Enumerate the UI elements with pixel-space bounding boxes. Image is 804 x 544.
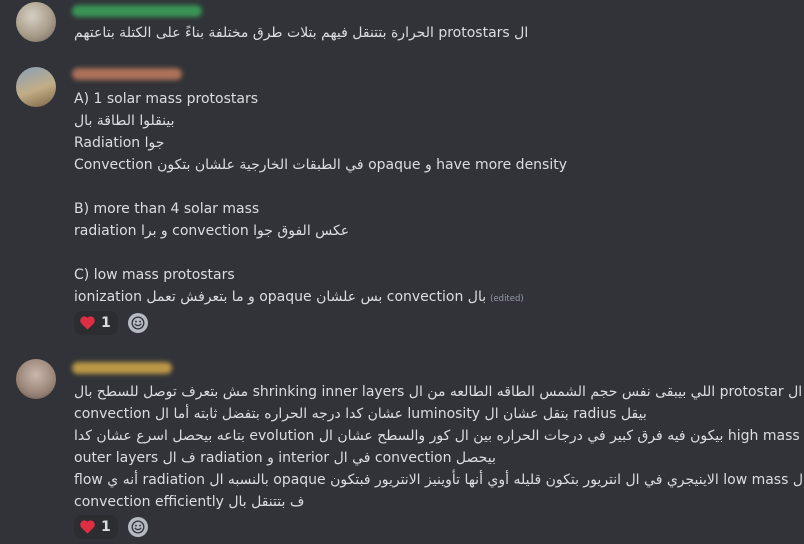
reaction-heart[interactable]: 1 [74, 311, 118, 335]
message-text: بال convection بس علشان opaque و ما بتعر… [74, 289, 487, 305]
message-text: بيحصل convection في ال interior و radiat… [74, 450, 496, 466]
avatar[interactable] [16, 67, 56, 107]
avatar[interactable] [16, 2, 56, 42]
message-text: B) more than 4 solar mass [74, 201, 260, 217]
chat-message-list: ال protostars الحرارة بتتنقل فيهم بتلات … [0, 0, 804, 544]
message-text-edited-line: بال convection بس علشان opaque و ما بتعر… [74, 288, 524, 308]
add-reaction-icon[interactable] [128, 313, 148, 333]
username-blurred[interactable] [72, 68, 182, 80]
message-text: C) low mass protostars [74, 267, 235, 283]
reaction-count: 1 [101, 315, 111, 331]
message-text: radiation و برا convection عكس الفوق جوا [74, 223, 350, 239]
message-text: ال low mass الاينيجري في ال انتريور بتكو… [74, 472, 804, 488]
message-text: ال protostars الحرارة بتتنقل فيهم بتلات … [74, 25, 529, 41]
message-text: ف بتتنقل بال convection efficiently [74, 494, 305, 510]
avatar[interactable] [16, 359, 56, 399]
message-text: بينقلوا الطاقة بال [74, 113, 175, 129]
message-text: Radiation جوا [74, 135, 165, 151]
reaction-heart[interactable]: 1 [74, 515, 118, 539]
message-text: A) 1 solar mass protostars [74, 91, 259, 107]
message-text: convection عشان كدا درجه الحراره بتفضل ث… [74, 406, 647, 422]
message-text: ال high mass بيكون فيه فرق كبير في درجات… [74, 428, 804, 444]
reaction-count: 1 [101, 519, 111, 535]
heart-icon [80, 520, 95, 534]
username-blurred[interactable] [72, 5, 202, 17]
message-text: Convection في الطبقات الخارجية علشان بتك… [74, 157, 568, 173]
message-text: ال protostar اللي بيبقى نفس حجم الشمس ال… [74, 384, 803, 400]
username-blurred[interactable] [72, 362, 172, 374]
add-reaction-icon[interactable] [128, 517, 148, 537]
heart-icon [80, 316, 95, 330]
edited-label: (edited) [490, 294, 524, 304]
